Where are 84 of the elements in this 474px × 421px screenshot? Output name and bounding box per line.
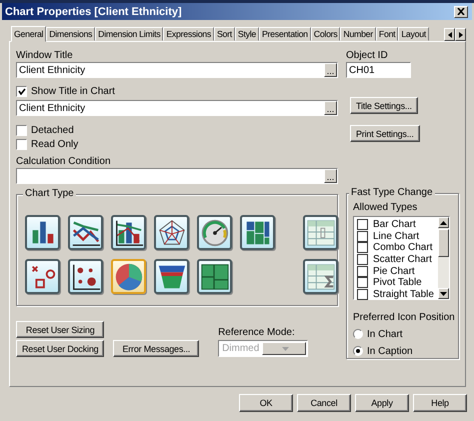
checkbox-label: Read Only xyxy=(31,138,78,150)
radio-label: In Chart xyxy=(367,328,403,340)
tab[interactable]: Dimensions xyxy=(46,27,96,41)
checkbox[interactable] xyxy=(16,124,27,136)
checkbox[interactable] xyxy=(357,242,368,254)
radio-button[interactable] xyxy=(353,346,363,356)
reset-button[interactable]: Reset User Sizing xyxy=(16,321,104,338)
check-icon xyxy=(18,88,26,94)
field-label: Calculation Condition xyxy=(16,156,112,168)
chart-type-button[interactable] xyxy=(303,215,338,250)
tab[interactable]: Sort xyxy=(214,27,235,41)
radio-label: In Caption xyxy=(367,346,413,356)
tab[interactable]: Layout xyxy=(398,27,429,41)
field-label: Allowed Types xyxy=(353,202,418,214)
caret-icon xyxy=(282,346,289,350)
print-settings-button[interactable]: Print Settings... xyxy=(350,125,420,142)
browse-button[interactable]: ... xyxy=(324,101,337,115)
title-settings-button[interactable]: Title Settings... xyxy=(350,97,418,114)
chart-type-button[interactable] xyxy=(154,215,189,250)
group-title: Fast Type Change xyxy=(349,187,435,198)
checkbox-label: Detached xyxy=(31,124,74,136)
chart-type-button[interactable] xyxy=(197,215,232,250)
list-item[interactable]: Bar Chart xyxy=(373,219,416,230)
chart-type-button[interactable] xyxy=(303,259,338,294)
chart-type-button[interactable] xyxy=(154,259,189,294)
dialog-button[interactable]: Help xyxy=(413,394,467,412)
checkbox-label: Show Title in Chart xyxy=(31,86,115,96)
close-icon xyxy=(457,8,465,15)
chart-type-button[interactable] xyxy=(111,215,146,250)
tab[interactable]: Expressions xyxy=(163,27,214,41)
checkbox[interactable] xyxy=(357,219,368,230)
list-item[interactable]: Pivot Table xyxy=(373,277,422,288)
chart-type-button[interactable] xyxy=(197,259,232,294)
tab[interactable]: Dimension Limits xyxy=(95,27,164,41)
group-title: Chart Type xyxy=(23,188,76,199)
text-field[interactable]: CH01 xyxy=(346,62,411,78)
list-item[interactable]: Straight Table xyxy=(373,288,434,300)
list-item[interactable]: Combo Chart xyxy=(373,242,432,254)
chart-type-button[interactable] xyxy=(68,259,103,294)
left-arrow-icon xyxy=(446,30,452,38)
dialog-button[interactable]: Cancel xyxy=(297,394,351,412)
chart-type-button[interactable] xyxy=(240,215,275,250)
close-button[interactable] xyxy=(454,6,468,18)
scrollbar[interactable] xyxy=(438,217,449,299)
radio-button[interactable] xyxy=(353,329,363,339)
up-arrow-icon xyxy=(440,220,447,224)
text-field[interactable]: Client Ethnicity ... xyxy=(16,62,338,78)
window-title: Chart Properties [Client Ethnicity] xyxy=(5,6,182,18)
chart-type-button[interactable] xyxy=(25,259,60,294)
checkbox[interactable] xyxy=(16,138,27,150)
field-label: Object ID xyxy=(346,50,389,62)
checkbox[interactable] xyxy=(357,254,368,266)
down-arrow-icon xyxy=(440,292,447,296)
list-box[interactable]: Bar Chart Line Chart Combo Chart Scatter Chart Pie Chart Pivot Table Straight Table xyxy=(353,216,450,300)
scroll-right-button[interactable] xyxy=(455,28,466,41)
dialog-button[interactable]: OK xyxy=(239,394,293,412)
checkbox[interactable] xyxy=(357,277,368,288)
tab[interactable]: Presentation xyxy=(258,27,311,41)
tab[interactable]: General xyxy=(11,26,46,42)
scroll-left-button[interactable] xyxy=(444,28,455,41)
reset-button[interactable]: Reset User Docking xyxy=(16,340,104,357)
error-messages-button[interactable]: Error Messages... xyxy=(113,340,200,357)
chart-type-button[interactable] xyxy=(25,215,60,250)
right-arrow-icon xyxy=(458,30,464,38)
chart-type-button[interactable] xyxy=(68,215,103,250)
list-item[interactable]: Scatter Chart xyxy=(373,254,432,266)
browse-button[interactable]: ... xyxy=(324,169,337,183)
list-item[interactable]: Line Chart xyxy=(373,230,420,242)
tab[interactable]: Number xyxy=(340,27,376,41)
tab[interactable]: Colors xyxy=(310,27,340,41)
field-label: Preferred Icon Position xyxy=(353,312,456,324)
field-label: Reference Mode: xyxy=(218,327,296,339)
dialog-button[interactable]: Apply xyxy=(355,394,409,412)
checkbox[interactable] xyxy=(357,266,368,277)
checkbox[interactable] xyxy=(357,230,368,242)
checkbox[interactable] xyxy=(357,288,368,300)
text-field[interactable]: Client Ethnicity ... xyxy=(16,100,338,116)
browse-button[interactable]: ... xyxy=(324,63,337,77)
list-item[interactable]: Pie Chart xyxy=(373,266,415,277)
field-label: Window Title xyxy=(16,50,74,62)
tab[interactable]: Style xyxy=(234,27,259,41)
checkbox[interactable] xyxy=(16,86,27,96)
text-field[interactable]: ... xyxy=(16,168,338,184)
tab[interactable]: Font xyxy=(376,27,398,41)
